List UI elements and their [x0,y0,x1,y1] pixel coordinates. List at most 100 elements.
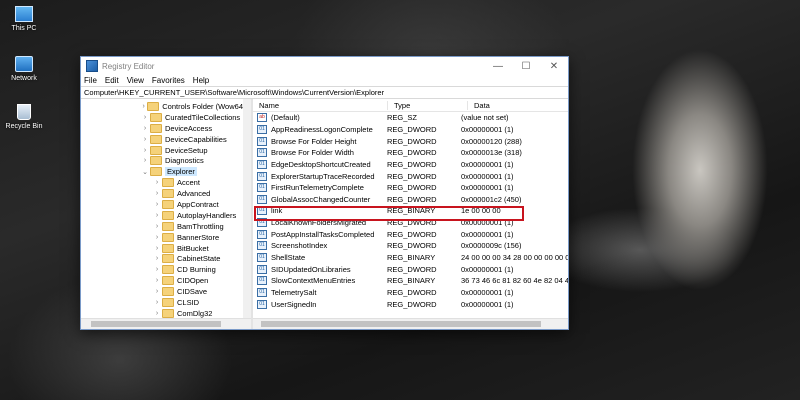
tree-item[interactable]: › DeviceCapabilities [81,134,243,145]
value-name: TelemetrySalt [271,287,317,297]
tree-item[interactable]: › Advanced [81,188,243,199]
value-row[interactable]: 01 UserSignedIn REG_DWORD 0x00000001 (1) [253,298,568,310]
value-row[interactable]: 01 ExplorerStartupTraceRecorded REG_DWORD 0… [253,170,568,182]
value-row[interactable]: 01 PostAppInstallTasksCompleted REG_DWORD 0… [253,228,568,240]
value-name-cell: 01 EdgeDesktopShortcutCreated [253,159,387,169]
tree-item[interactable]: › CLSID [81,297,243,308]
tree-item[interactable]: › DeviceAccess [81,123,243,134]
value-name: GlobalAssocChangedCounter [271,194,371,204]
value-row[interactable]: 01 SlowContextMenuEntries REG_BINARY 36 73 … [253,275,568,287]
tree-item[interactable]: › CD Burning [81,264,243,275]
tree-item[interactable]: › Accent [81,177,243,188]
chevron-right-icon[interactable]: › [153,310,161,317]
folder-icon [150,156,162,166]
chevron-right-icon[interactable]: › [141,157,149,164]
value-row[interactable]: 01 GlobalAssocChangedCounter REG_DWORD 0x00… [253,193,568,205]
value-data: 1e 00 00 00 [461,206,501,216]
chevron-right-icon[interactable]: › [141,147,149,154]
value-row[interactable]: 01 ShellState REG_BINARY 24 00 00 00 34 28 … [253,252,568,264]
value-name-cell: ab (Default) [253,113,387,123]
tree-item[interactable]: › BannerStore [81,232,243,243]
chevron-right-icon[interactable]: › [153,234,161,241]
scroll-thumb[interactable] [261,321,541,327]
chevron-right-icon[interactable]: › [153,266,161,273]
chevron-right-icon[interactable]: › [153,277,161,284]
values-horizontal-scrollbar[interactable] [253,318,568,329]
value-type: REG_DWORD [387,136,437,146]
menu-view[interactable]: View [127,76,144,85]
column-header-data[interactable]: Data [467,100,568,110]
scroll-thumb[interactable] [91,321,221,327]
binary-value-icon: 01 [257,171,267,181]
menu-favorites[interactable]: Favorites [152,76,185,85]
value-row[interactable]: 01 LocalKnownFoldersMigrated REG_DWORD 0x00… [253,217,568,229]
value-row[interactable]: 01 EdgeDesktopShortcutCreated REG_DWORD 0x0… [253,159,568,171]
menu-file[interactable]: File [84,76,97,85]
address-bar[interactable]: Computer\HKEY_CURRENT_USER\Software\Micr… [81,86,568,99]
value-row[interactable]: 01 link REG_BINARY 1e 00 00 00 [253,205,568,217]
value-row[interactable]: 01 AppReadinessLogonComplete REG_DWORD 0x00… [253,124,568,136]
binary-value-icon: 01 [257,287,267,297]
value-row[interactable]: 01 Browse For Folder Width REG_DWORD 0x0000… [253,147,568,159]
menu-edit[interactable]: Edit [105,76,119,85]
tree-item[interactable]: › CIDSave [81,286,243,297]
chevron-right-icon[interactable]: › [153,245,161,252]
value-data: 0x00000001 (1) [461,287,514,297]
value-name: (Default) [271,113,300,123]
tree-item[interactable]: › Diagnostics [81,155,243,166]
tree-item[interactable]: › CIDOpen [81,275,243,286]
tree-horizontal-scrollbar[interactable] [81,318,251,329]
chevron-down-icon[interactable]: ⌄ [141,168,149,176]
value-name: EdgeDesktopShortcutCreated [271,159,371,169]
value-row[interactable]: 01 TelemetrySalt REG_DWORD 0x00000001 (1) [253,287,568,299]
tree-item[interactable]: › Controls Folder (Wow64 [81,101,243,112]
minimize-button[interactable]: — [484,57,512,75]
column-header-name[interactable]: Name [253,101,387,110]
chevron-right-icon[interactable]: › [153,201,161,208]
desktop-icon-this-pc[interactable]: This PC [4,6,44,32]
desktop-icon-recycle-bin[interactable]: Recycle Bin [4,104,44,130]
value-name: UserSignedIn [271,299,317,309]
chevron-right-icon[interactable]: › [153,190,161,197]
tree-item[interactable]: › CuratedTileCollections [81,112,243,123]
folder-icon [162,308,174,318]
chevron-right-icon[interactable]: › [141,136,149,143]
tree-vertical-scrollbar[interactable] [243,99,251,319]
chevron-right-icon[interactable]: › [153,255,161,262]
chevron-right-icon[interactable]: › [153,288,161,295]
value-type: REG_DWORD [387,183,437,193]
tree-item[interactable]: › BitBucket [81,243,243,254]
tree-item[interactable]: ⌄ Explorer [81,166,243,177]
maximize-button[interactable]: ☐ [512,57,540,75]
title-bar[interactable]: Registry Editor — ☐ ✕ [81,57,568,75]
chevron-right-icon[interactable]: › [141,114,149,121]
binary-value-icon: 01 [257,264,267,274]
value-type: REG_DWORD [387,287,437,297]
tree-item[interactable]: › DeviceSetup [81,145,243,156]
chevron-right-icon[interactable]: › [153,299,161,306]
tree-item-label: CLSID [177,297,200,307]
value-row[interactable]: 01 ScreenshotIndex REG_DWORD 0x0000009c (15… [253,240,568,252]
chevron-right-icon[interactable]: › [141,125,149,132]
value-row[interactable]: 01 SIDUpdatedOnLibraries REG_DWORD 0x000000… [253,263,568,275]
chevron-right-icon[interactable]: › [141,103,146,110]
value-row[interactable]: 01 FirstRunTelemetryComplete REG_DWORD 0x00… [253,182,568,194]
value-name-cell: 01 ScreenshotIndex [253,241,387,251]
menu-bar: File Edit View Favorites Help [81,75,568,86]
chevron-right-icon[interactable]: › [153,223,161,230]
value-row[interactable]: 01 Browse For Folder Height REG_DWORD 0x000… [253,135,568,147]
column-header-type[interactable]: Type [387,100,467,110]
chevron-right-icon[interactable]: › [153,212,161,219]
close-button[interactable]: ✕ [540,57,568,75]
folder-icon [162,265,174,275]
value-row[interactable]: ab (Default) REG_SZ (value not set) [253,112,568,124]
desktop-icon-network[interactable]: Network [4,56,44,82]
chevron-right-icon[interactable]: › [153,179,161,186]
folder-icon [162,276,174,286]
tree-item[interactable]: › AppContract [81,199,243,210]
binary-value-icon: 01 [257,159,267,169]
menu-help[interactable]: Help [193,76,209,85]
tree-item[interactable]: › AutoplayHandlers [81,210,243,221]
tree-item[interactable]: › CabinetState [81,253,243,264]
tree-item[interactable]: › BamThrottling [81,221,243,232]
